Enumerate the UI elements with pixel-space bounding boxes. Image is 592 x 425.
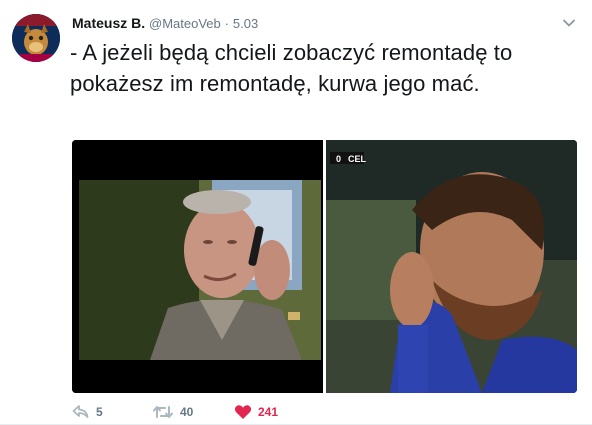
tweet-actions: 5 40 241 <box>72 403 372 421</box>
tweet-media[interactable]: 0 CEL <box>72 140 577 393</box>
tweet-text: - A jeżeli będą chcieli zobaczyć remonta… <box>70 40 513 96</box>
scoreboard-team: CEL <box>348 154 367 164</box>
heart-icon <box>234 404 252 420</box>
retweet-count: 40 <box>180 405 194 419</box>
tweet-header: Mateusz B. @MateoVeb · 5.03 <box>72 14 258 33</box>
scoreboard-score: 0 <box>336 154 341 164</box>
tweet-card[interactable]: Mateusz B. @MateoVeb · 5.03 - A jeżeli b… <box>0 0 592 425</box>
retweet-icon <box>152 404 174 420</box>
chevron-down-icon[interactable] <box>562 16 576 30</box>
reply-count: 5 <box>96 405 103 419</box>
author-handle[interactable]: @MateoVeb <box>149 16 221 31</box>
reply-icon <box>72 404 90 420</box>
like-count: 241 <box>258 405 279 419</box>
retweet-button[interactable]: 40 <box>152 403 193 421</box>
tweet-timestamp[interactable]: 5.03 <box>233 16 258 31</box>
separator-dot: · <box>224 16 229 31</box>
reply-button[interactable]: 5 <box>72 403 103 421</box>
author-name[interactable]: Mateusz B. <box>72 15 145 31</box>
like-button[interactable]: 241 <box>234 403 278 421</box>
avatar[interactable] <box>12 14 60 62</box>
